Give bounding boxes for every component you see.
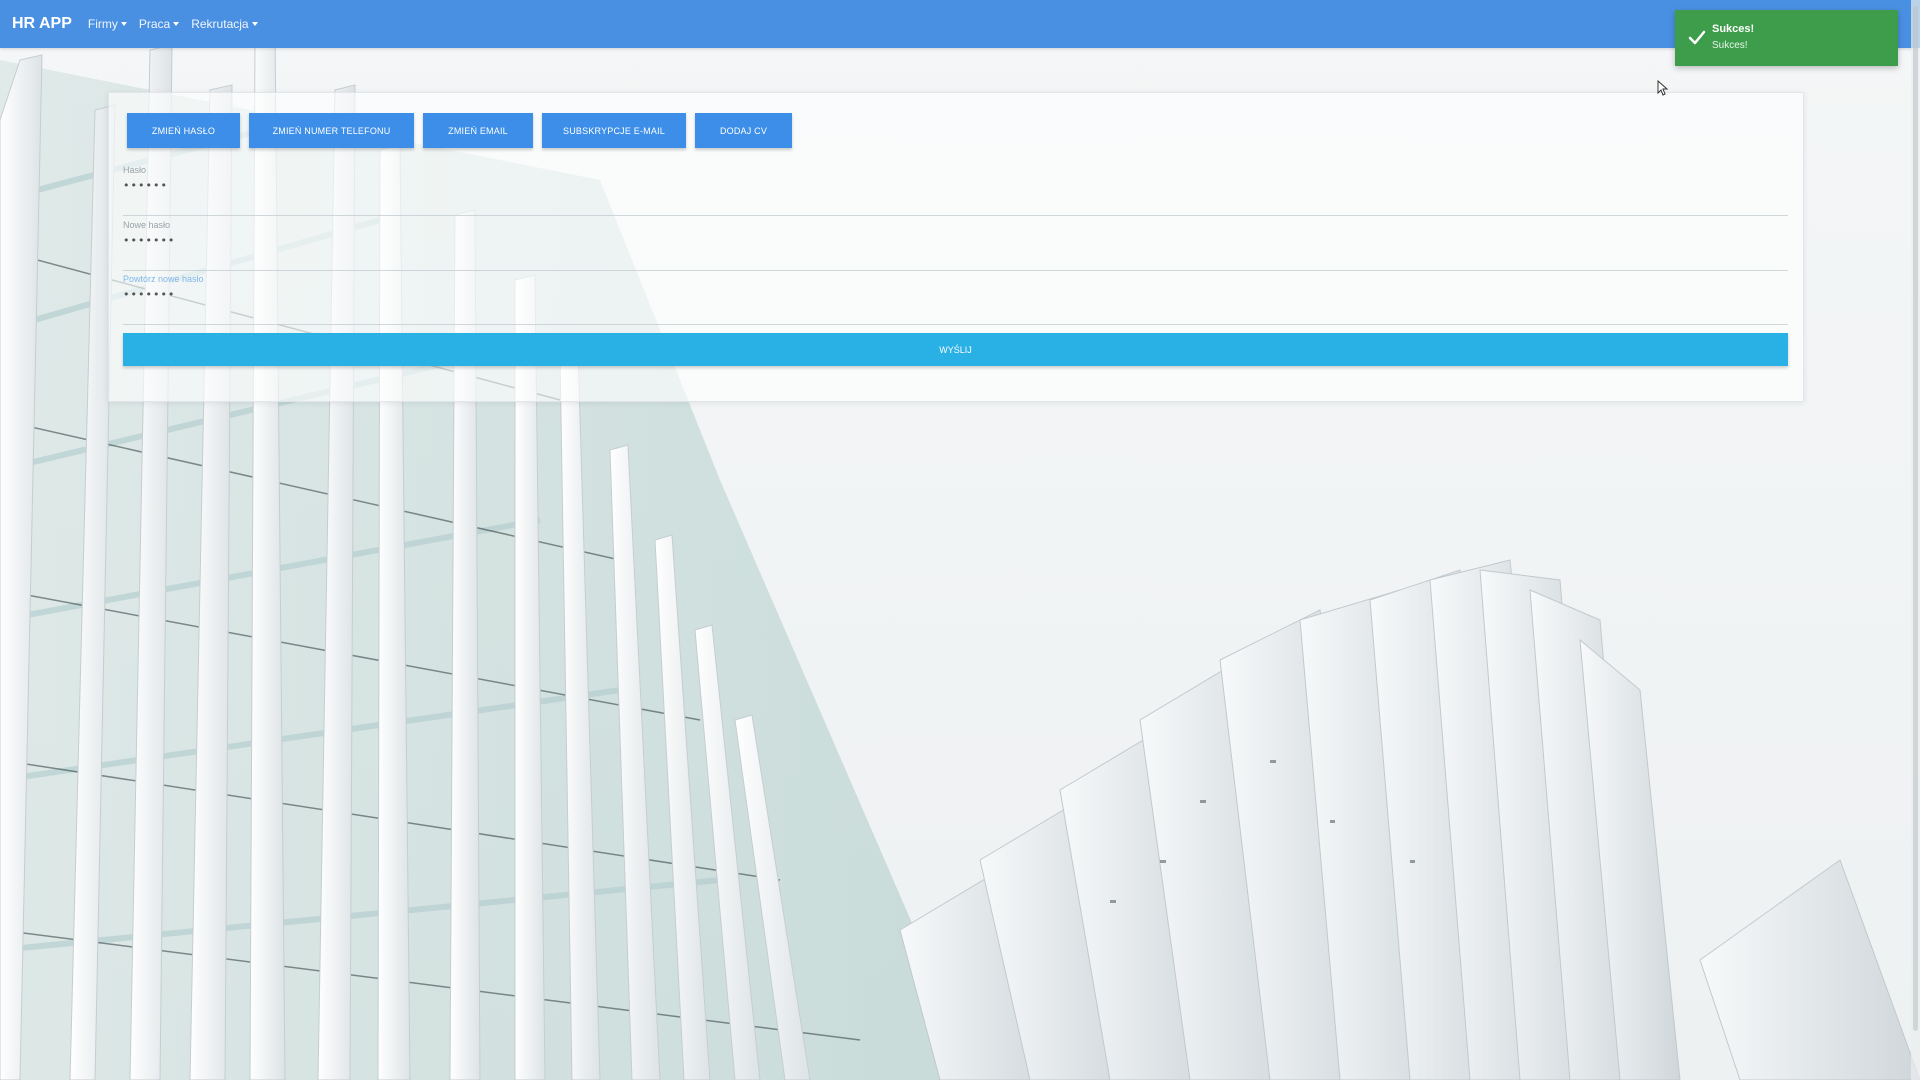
success-toast[interactable]: Sukces! Sukces! xyxy=(1675,10,1898,66)
new-password-input[interactable]: ••••••• xyxy=(123,234,175,247)
settings-tab-row: ZMIEŃ HASŁO ZMIEŃ NUMER TELEFONU ZMIEŃ E… xyxy=(127,113,801,148)
brand-logo[interactable]: HR APP xyxy=(12,15,72,33)
current-password-input[interactable]: •••••• xyxy=(123,179,168,192)
nav-praca-label: Praca xyxy=(138,17,171,31)
repeat-password-input[interactable]: ••••••• xyxy=(123,288,175,301)
change-email-button[interactable]: ZMIEŃ EMAIL xyxy=(423,113,533,148)
nav-praca-dropdown[interactable]: Praca xyxy=(138,17,180,31)
repeat-password-field[interactable]: Powtórz nowe hasło ••••••• xyxy=(123,272,1788,325)
toast-message: Sukces! xyxy=(1712,40,1748,51)
checkmark-icon xyxy=(1688,30,1706,45)
caret-down-icon xyxy=(173,22,180,26)
nav-rekrutacja-dropdown[interactable]: Rekrutacja xyxy=(191,17,258,31)
change-password-button[interactable]: ZMIEŃ HASŁO xyxy=(127,113,240,148)
page-scrollbar[interactable] xyxy=(1911,0,1920,1080)
caret-down-icon xyxy=(120,22,127,26)
current-password-label: Hasło xyxy=(123,165,147,175)
email-subscriptions-button[interactable]: SUBSKRYPCJE E-MAIL xyxy=(542,113,686,148)
repeat-password-label: Powtórz nowe hasło xyxy=(123,274,204,284)
toast-title: Sukces! xyxy=(1712,23,1755,35)
settings-card: ZMIEŃ HASŁO ZMIEŃ NUMER TELEFONU ZMIEŃ E… xyxy=(108,92,1804,402)
nav-rekrutacja-label: Rekrutacja xyxy=(191,17,249,31)
new-password-field[interactable]: Nowe hasło ••••••• xyxy=(123,218,1788,271)
add-cv-button[interactable]: DODAJ CV xyxy=(695,113,792,148)
new-password-label: Nowe hasło xyxy=(123,220,171,230)
nav-firmy-dropdown[interactable]: Firmy xyxy=(88,17,127,31)
caret-down-icon xyxy=(251,22,258,26)
submit-button[interactable]: WYŚLIJ xyxy=(123,333,1788,366)
current-password-field[interactable]: Hasło •••••• xyxy=(123,163,1788,216)
top-navbar: HR APP Firmy Praca Rekrutacja xyxy=(0,0,1920,48)
scrollbar-thumb[interactable] xyxy=(1913,6,1918,1031)
mouse-cursor-icon xyxy=(1657,80,1669,96)
change-phone-button[interactable]: ZMIEŃ NUMER TELEFONU xyxy=(249,113,414,148)
nav-firmy-label: Firmy xyxy=(87,17,118,31)
